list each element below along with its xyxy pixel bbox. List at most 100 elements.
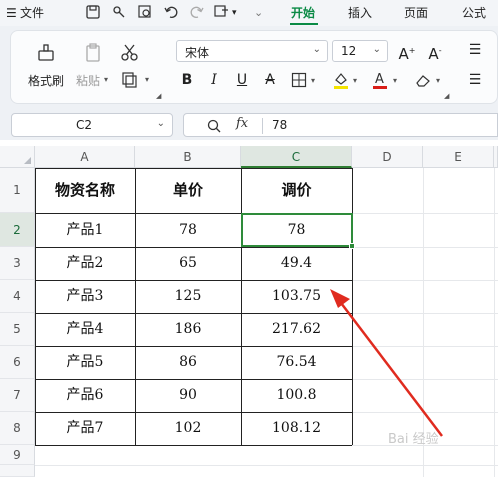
- increase-font-size-icon[interactable]: A+: [398, 42, 416, 63]
- formula-separator: [262, 118, 263, 134]
- cell-b1[interactable]: 单价: [135, 168, 241, 213]
- cell-a4[interactable]: 产品3: [35, 280, 135, 313]
- chevron-down-icon[interactable]: ▾: [353, 76, 357, 85]
- chevron-down-icon[interactable]: ▾: [393, 76, 397, 85]
- more-quick-access-icon[interactable]: [212, 3, 230, 21]
- cell-b7[interactable]: 90: [135, 379, 241, 412]
- hamburger-menu-icon[interactable]: ☰: [6, 4, 17, 22]
- cell-a1[interactable]: 物资名称: [35, 168, 135, 213]
- chevron-down-icon[interactable]: ▾: [232, 4, 237, 22]
- active-tab-indicator: [290, 23, 318, 25]
- column-header-c[interactable]: C: [241, 146, 352, 168]
- cell-c5[interactable]: 217.62: [241, 313, 352, 346]
- cell-c7[interactable]: 100.8: [241, 379, 352, 412]
- active-cell-selection[interactable]: [241, 213, 353, 247]
- cell-c4[interactable]: 103.75: [241, 280, 352, 313]
- clear-format-eraser-icon[interactable]: [414, 71, 432, 89]
- print-preview-icon[interactable]: [136, 3, 154, 21]
- cell-a5[interactable]: 产品4: [35, 313, 135, 346]
- formula-input[interactable]: fx 78: [183, 113, 498, 137]
- font-size-select[interactable]: 12 ⌄: [332, 40, 388, 62]
- copy-icon[interactable]: [121, 71, 139, 89]
- zoom-search-icon[interactable]: [206, 118, 222, 134]
- row-header-3[interactable]: 3: [0, 247, 35, 280]
- italic-icon[interactable]: I: [205, 71, 223, 89]
- cell-b2[interactable]: 78: [135, 213, 241, 247]
- bold-icon[interactable]: B: [178, 71, 196, 89]
- name-box[interactable]: C2 ⌄: [11, 113, 173, 137]
- column-header-a[interactable]: A: [35, 146, 135, 168]
- cell-c1[interactable]: 调价: [241, 168, 352, 213]
- clipboard-settings-icon[interactable]: ◢: [156, 92, 161, 100]
- underline-icon[interactable]: U: [233, 71, 251, 89]
- borders-icon[interactable]: [291, 72, 307, 88]
- table-border: [35, 445, 352, 446]
- cell-a2[interactable]: 产品1: [35, 213, 135, 247]
- chevron-down-icon[interactable]: ▾: [436, 76, 440, 85]
- paste-label[interactable]: 粘贴: [76, 72, 100, 89]
- row-header-5[interactable]: 5: [0, 313, 35, 346]
- select-all-corner[interactable]: [0, 146, 35, 168]
- column-header-e[interactable]: E: [423, 146, 494, 168]
- font-name-select[interactable]: 宋体 ⌄: [176, 40, 328, 62]
- row-header-2[interactable]: 2: [0, 213, 35, 247]
- cell-a7[interactable]: 产品6: [35, 379, 135, 412]
- font-size-value: 12: [341, 44, 357, 58]
- cell-b3[interactable]: 65: [135, 247, 241, 280]
- cell-a6[interactable]: 产品5: [35, 346, 135, 379]
- column-header-b[interactable]: B: [135, 146, 241, 168]
- column-header-d[interactable]: D: [352, 146, 423, 168]
- align-left-icon[interactable]: ☰: [466, 71, 484, 89]
- redo-icon[interactable]: [188, 3, 206, 21]
- cell-reference: C2: [76, 118, 93, 132]
- row-header-9[interactable]: 9: [0, 445, 35, 465]
- file-menu[interactable]: 文件: [20, 4, 44, 22]
- chevron-down-icon[interactable]: ▾: [145, 75, 149, 84]
- cell-b6[interactable]: 86: [135, 346, 241, 379]
- row-header-6[interactable]: 6: [0, 346, 35, 379]
- tab-formula[interactable]: 公式: [462, 4, 486, 22]
- cell-c6[interactable]: 76.54: [241, 346, 352, 379]
- row-header-7[interactable]: 7: [0, 379, 35, 412]
- cell-c3[interactable]: 49.4: [241, 247, 352, 280]
- gridline: [35, 465, 498, 466]
- format-painter-label[interactable]: 格式刷: [28, 72, 64, 89]
- share-link-icon[interactable]: [110, 3, 128, 21]
- function-fx-icon[interactable]: fx: [236, 116, 248, 131]
- cell-a8[interactable]: 产品7: [35, 412, 135, 445]
- chevron-down-icon[interactable]: ▾: [311, 76, 315, 85]
- font-name-value: 宋体: [185, 46, 210, 60]
- decrease-font-size-icon[interactable]: A-: [426, 42, 444, 63]
- align-icon[interactable]: ☰: [466, 41, 484, 59]
- format-painter-icon[interactable]: [35, 42, 57, 64]
- row-header-1[interactable]: 1: [0, 168, 35, 213]
- chevron-down-icon: ⌄: [372, 44, 381, 55]
- chevron-down-icon[interactable]: ⌄: [254, 4, 263, 22]
- fill-color-icon[interactable]: [332, 70, 350, 90]
- cell-c8[interactable]: 108.12: [241, 412, 352, 445]
- fill-handle[interactable]: [349, 243, 355, 249]
- chevron-down-icon: ⌄: [156, 118, 165, 129]
- formula-value[interactable]: 78: [272, 118, 287, 132]
- font-settings-icon[interactable]: ◢: [444, 92, 449, 100]
- table-border: [352, 168, 353, 445]
- row-header-8[interactable]: 8: [0, 412, 35, 445]
- tab-page[interactable]: 页面: [404, 4, 428, 22]
- undo-icon[interactable]: [162, 3, 180, 21]
- row-header-10[interactable]: [0, 465, 35, 477]
- paste-icon[interactable]: [82, 42, 104, 64]
- chevron-down-icon[interactable]: ▾: [104, 75, 108, 84]
- cell-b5[interactable]: 186: [135, 313, 241, 346]
- row-header-4[interactable]: 4: [0, 280, 35, 313]
- chevron-down-icon: ⌄: [312, 44, 321, 55]
- tab-home[interactable]: 开始: [291, 4, 315, 22]
- save-icon[interactable]: [84, 3, 102, 21]
- cell-a3[interactable]: 产品2: [35, 247, 135, 280]
- font-color-icon[interactable]: A: [371, 70, 389, 90]
- cell-b4[interactable]: 125: [135, 280, 241, 313]
- cell-b8[interactable]: 102: [135, 412, 241, 445]
- cut-icon[interactable]: [120, 42, 140, 62]
- strikethrough-icon[interactable]: A: [261, 71, 279, 89]
- column-header-f[interactable]: [494, 146, 498, 168]
- tab-insert[interactable]: 插入: [348, 4, 372, 22]
